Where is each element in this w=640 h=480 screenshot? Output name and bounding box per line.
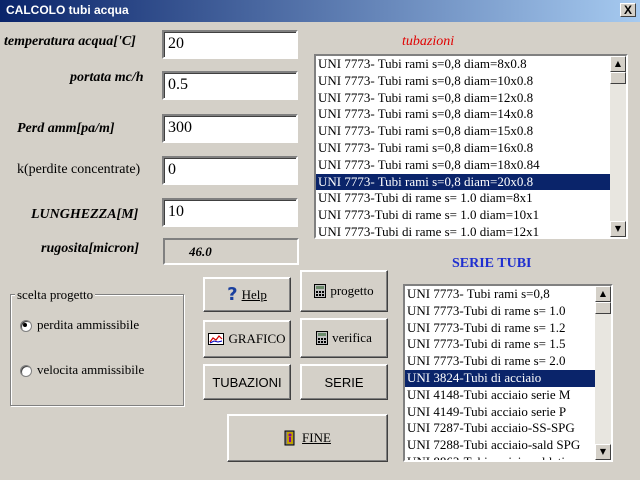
- exit-door-icon: [284, 430, 295, 446]
- fine-button-label: FINE: [302, 430, 331, 445]
- scroll-down-icon[interactable]: ▼: [610, 221, 626, 237]
- list-item[interactable]: UNI 7773- Tubi rami s=0,8 diam=20x0.8: [316, 173, 610, 191]
- list-item[interactable]: UNI 7773-Tubi di rame s= 1.0: [405, 303, 595, 320]
- scroll-up-icon[interactable]: ▲: [595, 286, 611, 302]
- radio-selected-dot: [23, 323, 27, 327]
- list-item[interactable]: UNI 8863-Tubi acciaio saldati: [405, 454, 595, 460]
- list-item[interactable]: UNI 3824-Tubi di acciaio: [405, 369, 595, 387]
- tubazioni-heading: tubazioni: [402, 34, 455, 49]
- tubazioni-listbox[interactable]: UNI 7773- Tubi rami s=0,8 diam=8x0.8 UNI …: [314, 54, 628, 239]
- scelta-progetto-legend: scelta progetto: [15, 287, 96, 303]
- portata-label: portata mc/h: [70, 70, 144, 85]
- window-title: CALCOLO tubi acqua: [6, 3, 129, 17]
- list-item[interactable]: UNI 7773- Tubi rami s=0,8 diam=16x0.8: [316, 140, 610, 157]
- serie-button-label: SERIE: [324, 374, 364, 390]
- list-item[interactable]: UNI 7773-Tubi di rame s= 1.0 diam=10x1: [316, 207, 610, 224]
- serie-heading: SERIE TUBI: [452, 256, 532, 271]
- serie-scrollbar[interactable]: ▲ ▼: [595, 286, 611, 460]
- lunghezza-label: LUNGHEZZA[M]: [31, 207, 139, 222]
- scroll-up-icon[interactable]: ▲: [610, 56, 626, 72]
- scroll-thumb[interactable]: [610, 72, 626, 84]
- tubazioni-scrollbar[interactable]: ▲ ▼: [610, 56, 626, 237]
- rugosita-value: 46.0: [163, 238, 299, 265]
- grafico-button-label: GRAFICO: [228, 331, 286, 346]
- scelta-progetto-group: [10, 294, 184, 406]
- scroll-down-icon[interactable]: ▼: [595, 444, 611, 460]
- list-item[interactable]: UNI 7773- Tubi rami s=0,8 diam=18x0.84: [316, 157, 610, 174]
- list-item[interactable]: UNI 7773- Tubi rami s=0,8 diam=10x0.8: [316, 73, 610, 90]
- temperatura-label: temperatura acqua['C]: [4, 34, 136, 49]
- verifica-button-label: verifica: [332, 330, 372, 345]
- portata-input[interactable]: 0.5: [162, 71, 298, 100]
- list-item[interactable]: UNI 7773- Tubi rami s=0,8: [405, 286, 595, 303]
- list-item[interactable]: UNI 7773- Tubi rami s=0,8 diam=12x0.8: [316, 90, 610, 107]
- list-item[interactable]: UNI 4148-Tubi acciaio serie M: [405, 387, 595, 404]
- k-perdite-input[interactable]: 0: [162, 156, 298, 185]
- close-button[interactable]: X: [620, 3, 636, 17]
- list-item[interactable]: UNI 7773- Tubi rami s=0,8 diam=14x0.8: [316, 106, 610, 123]
- lunghezza-input[interactable]: 10: [162, 198, 298, 227]
- perd-amm-label: Perd amm[pa/m]: [17, 121, 115, 136]
- list-item[interactable]: UNI 7773-Tubi di rame s= 1.0 diam=8x1: [316, 190, 610, 207]
- radio-velocita[interactable]: [20, 365, 32, 377]
- k-perdite-label: k(perdite concentrate): [17, 162, 141, 177]
- list-item[interactable]: UNI 7287-Tubi acciaio-SS-SPG: [405, 420, 595, 437]
- progetto-button[interactable]: progetto: [300, 270, 388, 312]
- calculator-icon: [314, 284, 327, 298]
- chart-icon: [208, 333, 225, 345]
- list-item[interactable]: UNI 7773-Tubi di rame s= 1.5: [405, 336, 595, 353]
- temperatura-input[interactable]: 20: [162, 30, 298, 59]
- perd-amm-input[interactable]: 300: [162, 114, 298, 143]
- radio-perdita[interactable]: [20, 320, 32, 332]
- calculator-icon: [316, 331, 329, 345]
- grafico-button[interactable]: GRAFICO: [203, 320, 291, 358]
- list-item[interactable]: UNI 4149-Tubi acciaio serie P: [405, 404, 595, 421]
- radio-circle: [20, 365, 32, 377]
- list-item[interactable]: UNI 7773- Tubi rami s=0,8 diam=15x0.8: [316, 123, 610, 140]
- verifica-button[interactable]: verifica: [300, 318, 388, 358]
- help-button[interactable]: ? Help: [203, 277, 291, 312]
- progetto-button-label: progetto: [330, 283, 374, 298]
- rugosita-label: rugosita[micron]: [41, 241, 140, 256]
- tubazioni-items: UNI 7773- Tubi rami s=0,8 diam=8x0.8 UNI …: [316, 56, 610, 237]
- tubazioni-button[interactable]: TUBAZIONI: [203, 364, 291, 400]
- list-item[interactable]: UNI 7773-Tubi di rame s= 1.2: [405, 320, 595, 337]
- help-question-icon: ?: [227, 284, 238, 305]
- list-item[interactable]: UNI 7288-Tubi acciaio-sald SPG: [405, 437, 595, 454]
- list-item[interactable]: UNI 7773-Tubi di rame s= 2.0: [405, 353, 595, 370]
- list-item[interactable]: UNI 7773- Tubi rami s=0,8 diam=8x0.8: [316, 56, 610, 73]
- serie-listbox[interactable]: UNI 7773- Tubi rami s=0,8 UNI 7773-Tubi d…: [403, 284, 613, 462]
- radio-perdita-label[interactable]: perdita ammissibile: [37, 317, 139, 333]
- radio-velocita-label[interactable]: velocita ammissibile: [37, 362, 144, 378]
- serie-button[interactable]: SERIE: [300, 364, 388, 400]
- list-item[interactable]: UNI 7773-Tubi di rame s= 1.0 diam=12x1: [316, 224, 610, 237]
- serie-items: UNI 7773- Tubi rami s=0,8 UNI 7773-Tubi d…: [405, 286, 595, 460]
- tubazioni-button-label: TUBAZIONI: [212, 374, 282, 390]
- fine-button[interactable]: FINE: [227, 414, 388, 462]
- scroll-thumb[interactable]: [595, 302, 611, 314]
- help-button-label: Help: [241, 286, 267, 302]
